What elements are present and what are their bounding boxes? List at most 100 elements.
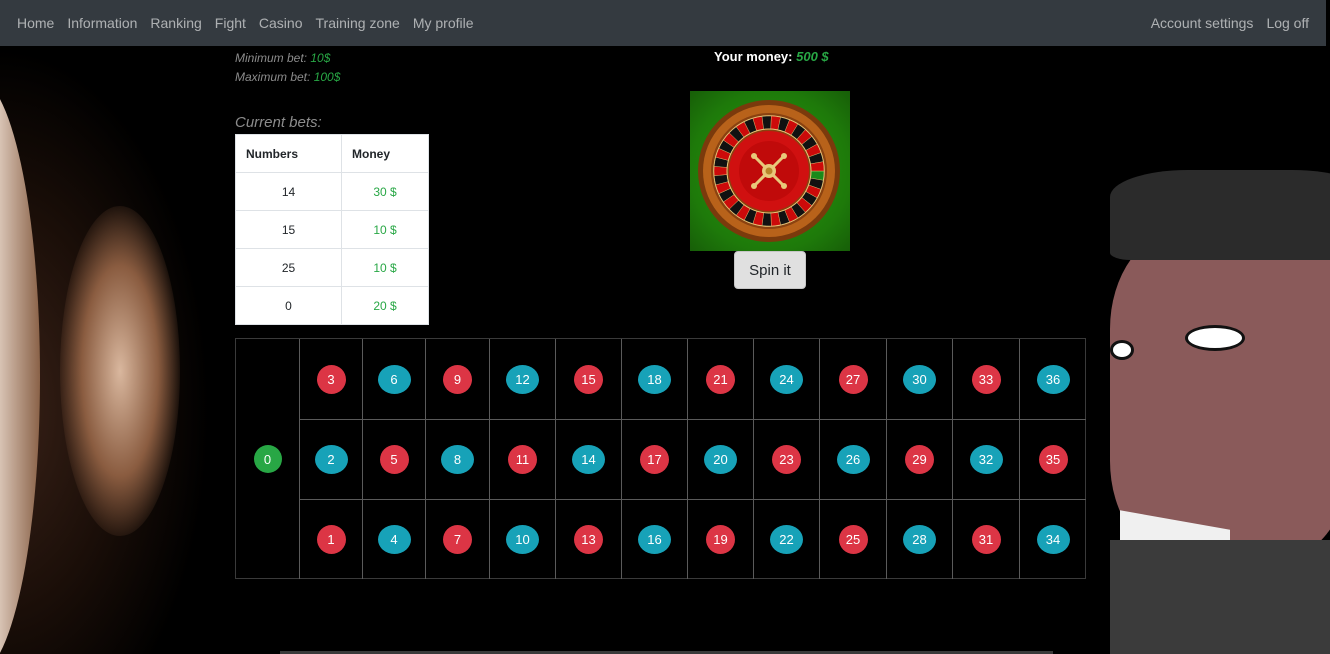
board-cell: 36 xyxy=(1019,339,1086,419)
board-cell: 7 xyxy=(425,499,489,579)
number-chip-20[interactable]: 20 xyxy=(704,445,737,474)
mobster-eye xyxy=(1185,325,1245,351)
number-chip-4[interactable]: 4 xyxy=(377,525,411,554)
number-chip-3[interactable]: 3 xyxy=(316,364,346,394)
number-chip-21[interactable]: 21 xyxy=(706,364,735,394)
number-chip-17[interactable]: 17 xyxy=(640,445,669,474)
number-chip-26[interactable]: 26 xyxy=(836,445,870,474)
board-cell: 17 xyxy=(621,419,687,499)
number-chip-36[interactable]: 36 xyxy=(1036,364,1070,394)
board-cell: 2 xyxy=(299,419,362,499)
your-money: Your money: 500 $ xyxy=(714,49,829,64)
number-chip-19[interactable]: 19 xyxy=(706,525,735,554)
board-cell: 6 xyxy=(362,339,425,419)
board-cell: 1 xyxy=(299,499,362,579)
board-cell: 32 xyxy=(952,419,1019,499)
money-label: Your money: xyxy=(714,49,793,64)
min-bet-label: Minimum bet: xyxy=(235,51,308,65)
board-cell: 8 xyxy=(425,419,489,499)
number-chip-16[interactable]: 16 xyxy=(638,525,671,554)
number-chip-25[interactable]: 25 xyxy=(838,525,868,554)
nav-fight[interactable]: Fight xyxy=(215,15,246,31)
number-chip-11[interactable]: 11 xyxy=(508,445,537,474)
board-cell: 3 xyxy=(299,339,362,419)
nav-account-settings[interactable]: Account settings xyxy=(1151,15,1254,31)
table-header-row: Numbers Money xyxy=(235,134,429,173)
board-cell: 30 xyxy=(886,339,952,419)
number-chip-29[interactable]: 29 xyxy=(905,445,934,474)
number-chip-9[interactable]: 9 xyxy=(443,364,472,394)
mobster-face xyxy=(1110,230,1330,560)
bet-money: 10 $ xyxy=(341,210,429,249)
nav-information[interactable]: Information xyxy=(67,15,137,31)
number-chip-0[interactable]: 0 xyxy=(253,445,282,473)
board-cell: 15 xyxy=(555,339,621,419)
board-cell: 5 xyxy=(362,419,425,499)
board-cell: 4 xyxy=(362,499,425,579)
bet-number: 15 xyxy=(235,210,342,249)
nav-my-profile[interactable]: My profile xyxy=(413,15,474,31)
number-chip-30[interactable]: 30 xyxy=(903,364,936,394)
roulette-board: 0 3 6 9 12 15 18 21 24 27 30 33 36 2 5 8 11 14 17 20 23 26 29… xyxy=(235,338,1086,579)
number-chip-23[interactable]: 23 xyxy=(772,445,801,474)
board-cell: 26 xyxy=(819,419,886,499)
number-chip-6[interactable]: 6 xyxy=(377,364,411,394)
spin-button[interactable]: Spin it xyxy=(734,251,806,289)
number-chip-7[interactable]: 7 xyxy=(443,525,472,554)
current-bets-title: Current bets: xyxy=(235,114,322,131)
number-chip-13[interactable]: 13 xyxy=(574,525,603,554)
number-chip-18[interactable]: 18 xyxy=(638,364,671,394)
board-cell: 14 xyxy=(555,419,621,499)
number-chip-27[interactable]: 27 xyxy=(838,364,868,394)
board-cell: 25 xyxy=(819,499,886,579)
nav-training-zone[interactable]: Training zone xyxy=(316,15,400,31)
number-chip-34[interactable]: 34 xyxy=(1036,525,1070,554)
roulette-wheel-svg xyxy=(698,100,840,242)
board-cell: 31 xyxy=(952,499,1019,579)
money-value: 500 $ xyxy=(796,49,829,64)
number-chip-10[interactable]: 10 xyxy=(506,525,539,554)
casino-main: Minimum bet: 10$ Maximum bet: 100$ Your … xyxy=(211,46,1110,654)
board-cell: 12 xyxy=(489,339,555,419)
max-bet: Maximum bet: 100$ xyxy=(235,68,340,87)
number-chip-15[interactable]: 15 xyxy=(574,364,603,394)
number-chip-35[interactable]: 35 xyxy=(1038,445,1068,474)
number-chip-31[interactable]: 31 xyxy=(971,525,1001,554)
number-chip-8[interactable]: 8 xyxy=(441,445,474,474)
number-chip-24[interactable]: 24 xyxy=(770,364,803,394)
min-bet: Minimum bet: 10$ xyxy=(235,49,340,68)
nav-right: Account settings Log off xyxy=(1138,15,1309,31)
board-cell: 19 xyxy=(687,499,753,579)
number-chip-2[interactable]: 2 xyxy=(314,445,348,474)
number-chip-14[interactable]: 14 xyxy=(572,445,605,474)
nav-ranking[interactable]: Ranking xyxy=(150,15,201,31)
board-cell: 11 xyxy=(489,419,555,499)
number-chip-12[interactable]: 12 xyxy=(506,364,539,394)
number-chip-5[interactable]: 5 xyxy=(379,445,409,474)
board-cell: 22 xyxy=(753,499,819,579)
bet-money: 20 $ xyxy=(341,286,429,325)
nav-log-off[interactable]: Log off xyxy=(1266,15,1309,31)
number-chip-33[interactable]: 33 xyxy=(971,364,1001,394)
min-bet-value: 10$ xyxy=(310,51,331,65)
mobster-eye-left xyxy=(1110,340,1134,360)
bet-money: 10 $ xyxy=(341,248,429,287)
board-cell: 34 xyxy=(1019,499,1086,579)
table-row: 15 10 $ xyxy=(235,210,429,249)
board-cell: 13 xyxy=(555,499,621,579)
bet-number: 25 xyxy=(235,248,342,287)
roulette-wheel-icon xyxy=(690,91,850,251)
top-navbar: Home Information Ranking Fight Casino Tr… xyxy=(0,0,1326,46)
board-cell: 18 xyxy=(621,339,687,419)
nav-home[interactable]: Home xyxy=(17,15,54,31)
board-cell: 10 xyxy=(489,499,555,579)
number-chip-22[interactable]: 22 xyxy=(770,525,803,554)
coin-glow xyxy=(60,206,180,536)
number-chip-28[interactable]: 28 xyxy=(903,525,936,554)
nav-casino[interactable]: Casino xyxy=(259,15,303,31)
mobster-hat xyxy=(1110,170,1330,260)
number-chip-32[interactable]: 32 xyxy=(969,445,1003,474)
board-cell: 20 xyxy=(687,419,753,499)
number-chip-1[interactable]: 1 xyxy=(316,525,346,554)
board-cell-zero: 0 xyxy=(236,339,299,579)
